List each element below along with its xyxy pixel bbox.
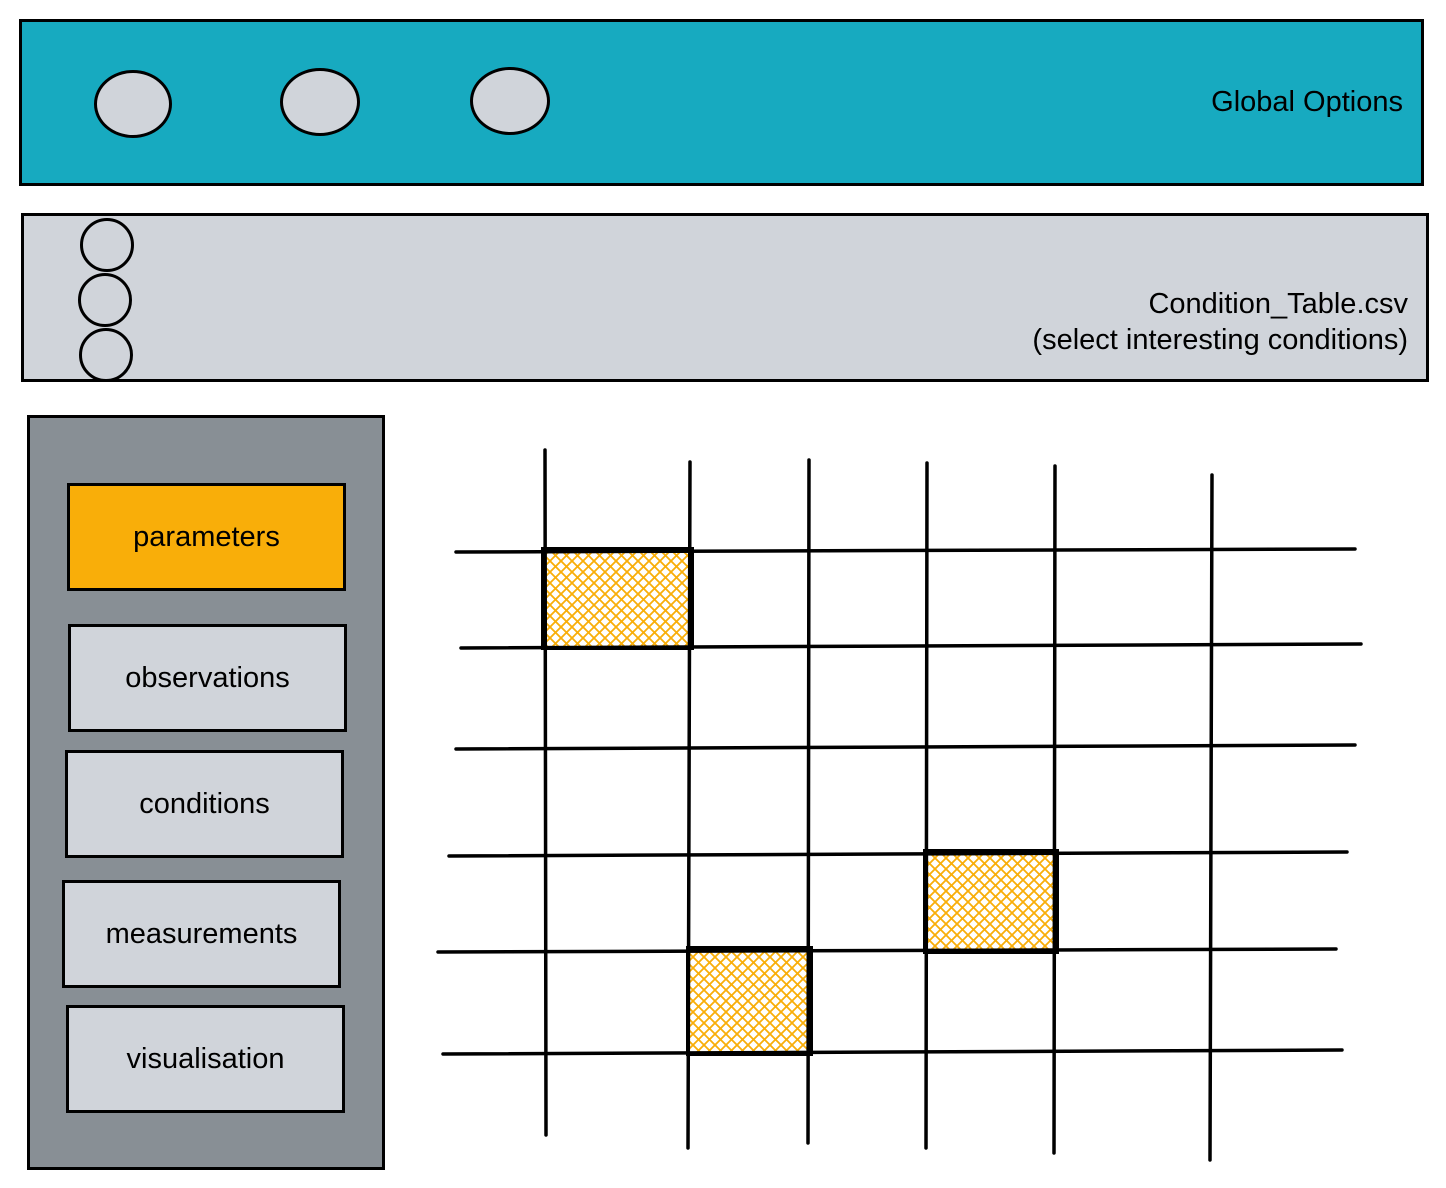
condition-grid: [436, 448, 1363, 1162]
grid-horizontal-line-5: [436, 947, 1338, 954]
highlighted-cell-1[interactable]: [541, 547, 694, 650]
grid-horizontal-line-6: [441, 1048, 1344, 1056]
highlighted-cell-2[interactable]: [923, 849, 1059, 954]
grid-vertical-line-4: [924, 461, 929, 1150]
grid-vertical-line-6: [1208, 473, 1214, 1162]
grid-vertical-line-2: [686, 460, 692, 1150]
grid-horizontal-line-3: [454, 743, 1357, 751]
highlighted-cell-3[interactable]: [686, 946, 813, 1056]
grid-vertical-line-3: [806, 458, 811, 1145]
